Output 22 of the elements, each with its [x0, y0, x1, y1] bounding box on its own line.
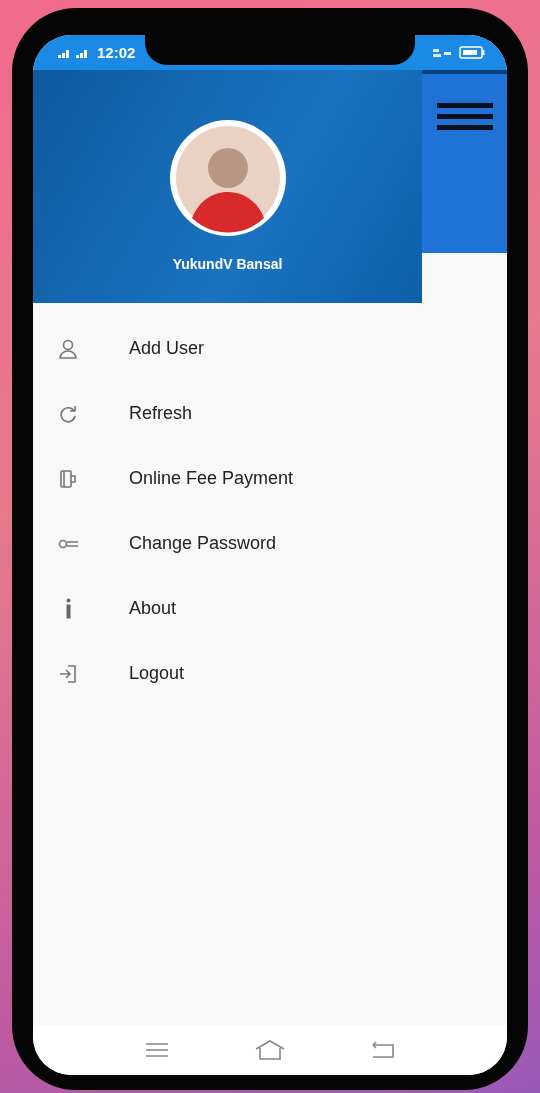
payment-icon [57, 468, 79, 489]
logout-icon [57, 663, 79, 684]
person-icon [57, 338, 79, 359]
menu-item[interactable]: Logout [33, 641, 507, 706]
recent-apps-button[interactable] [145, 1042, 170, 1058]
menu-item[interactable]: Add User [33, 316, 507, 381]
info-icon [65, 598, 71, 619]
refresh-icon [57, 403, 79, 424]
home-icon [254, 1039, 286, 1061]
lines-icon [145, 1042, 170, 1058]
status-time: 12:02 [97, 44, 136, 61]
menu-icon [436, 101, 493, 133]
menu-item[interactable]: Change Password [33, 511, 507, 576]
home-button[interactable] [254, 1039, 286, 1061]
menu-item[interactable]: About [33, 576, 507, 641]
back-button[interactable] [370, 1041, 395, 1059]
battery-icon [459, 46, 485, 59]
menu-item[interactable]: Refresh [33, 381, 507, 446]
user-name: YukundV Bansal [172, 256, 283, 272]
back-icon [370, 1041, 395, 1059]
menu-item[interactable]: Online Fee Payment [33, 446, 507, 511]
menu-button[interactable] [436, 101, 493, 133]
